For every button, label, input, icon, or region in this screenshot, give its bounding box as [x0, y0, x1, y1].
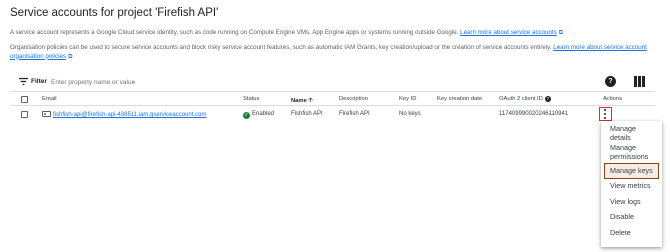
menu-item-view-logs[interactable]: View logs — [610, 197, 641, 207]
row-checkbox[interactable] — [21, 111, 28, 118]
filter-label: Filter — [31, 78, 47, 85]
menu-item-delete[interactable]: Delete — [610, 228, 631, 238]
description-cell: Firefish API — [339, 111, 370, 117]
menu-item-manage-details[interactable]: Manage details — [610, 124, 654, 142]
column-header-key-id[interactable]: Key ID — [399, 96, 416, 102]
column-display-options-icon[interactable] — [634, 76, 646, 87]
status-text: Enabled — [252, 111, 275, 117]
column-header-oauth-client-id[interactable]: OAuth 2 client ID? — [499, 96, 551, 102]
column-header-oauth-label: OAuth 2 client ID — [499, 96, 543, 102]
column-header-name[interactable]: Name 🡡 — [291, 96, 313, 106]
more-actions-icon[interactable] — [604, 109, 607, 119]
actions-menu: Manage details Manage permissions Manage… — [601, 121, 662, 247]
menu-item-view-metrics[interactable]: View metrics — [610, 181, 651, 191]
table-row: fishfish-api@firefish-api-438511.iam.gse… — [10, 106, 655, 123]
description-text: Organisation policies can be used to sec… — [10, 44, 552, 51]
external-link-icon: ⧉ — [68, 53, 73, 60]
filter-icon[interactable] — [19, 77, 28, 86]
external-link-icon: ⧉ — [558, 30, 564, 36]
select-all-checkbox[interactable] — [21, 96, 28, 103]
service-account-description: A service account represents a Google Cl… — [10, 29, 563, 37]
help-icon[interactable]: ? — [544, 96, 551, 102]
column-header-email[interactable]: Email — [42, 96, 57, 102]
column-header-status[interactable]: Status — [243, 96, 259, 102]
organisation-policy-description: Organisation policies can be used to sec… — [10, 44, 665, 61]
service-account-email-link[interactable]: fishfish-api@firefish-api-438511.iam.gse… — [53, 112, 206, 118]
service-account-email[interactable]: fishfish-api@firefish-api-438511.iam.gse… — [42, 111, 206, 118]
menu-item-disable[interactable]: Disable — [610, 212, 634, 222]
column-header-actions: Actions — [603, 96, 623, 102]
sort-ascending-icon: 🡡 — [308, 98, 313, 104]
menu-item-manage-permissions[interactable]: Manage permissions — [610, 143, 660, 161]
description-text: A service account represents a Google Cl… — [10, 29, 459, 36]
table-header: Email Status Name 🡡 Description Key ID K… — [10, 93, 655, 106]
learn-more-service-accounts-link[interactable]: Learn more about service accounts — [460, 29, 557, 36]
oauth-client-id-cell: 117409990020246110941 — [499, 111, 569, 117]
key-id-cell: No keys — [399, 111, 421, 117]
check-circle-icon: ✓ — [243, 112, 250, 119]
column-header-name-label: Name — [291, 98, 307, 104]
column-header-key-creation-date[interactable]: Key creation date — [437, 96, 482, 102]
column-header-description[interactable]: Description — [339, 96, 368, 102]
service-account-icon — [42, 111, 51, 117]
filter-bar: Filter ? — [10, 72, 655, 92]
help-icon[interactable]: ? — [605, 76, 616, 87]
status-cell: ✓ Enabled — [243, 111, 274, 119]
page-title: Service accounts for project 'Firefish A… — [10, 7, 219, 19]
menu-item-manage-keys[interactable]: Manage keys — [610, 166, 653, 176]
filter-input[interactable] — [51, 76, 301, 88]
name-cell: Fishfish API — [291, 111, 323, 117]
